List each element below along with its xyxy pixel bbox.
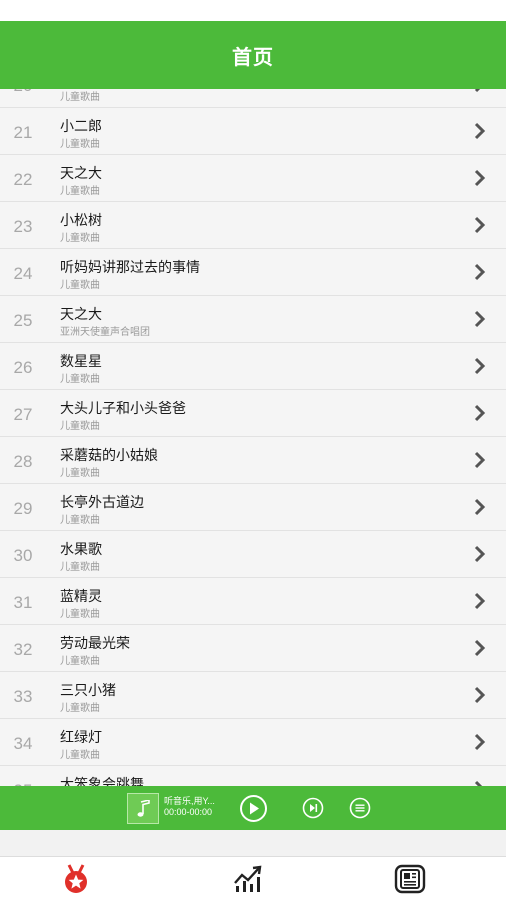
chevron-right-icon bbox=[474, 404, 486, 422]
status-bar bbox=[0, 0, 506, 21]
song-list[interactable]: 20儿童歌曲21小二郎儿童歌曲22天之大儿童歌曲23小松树儿童歌曲24听妈妈讲那… bbox=[0, 89, 506, 786]
song-artist: 儿童歌曲 bbox=[60, 515, 100, 526]
song-number: 29 bbox=[13, 499, 33, 518]
song-artist: 儿童歌曲 bbox=[60, 703, 100, 714]
song-row[interactable]: 34 红绿灯儿童歌曲 bbox=[0, 719, 506, 766]
song-title: 劳动最光荣 bbox=[60, 635, 130, 651]
tab-home[interactable] bbox=[56, 863, 96, 895]
song-artist: 儿童歌曲 bbox=[60, 562, 100, 573]
track-time: 00:00-00:00 bbox=[164, 807, 213, 817]
song-row[interactable]: 32 劳动最光荣儿童歌曲 bbox=[0, 625, 506, 672]
song-row[interactable]: 24 听妈妈讲那过去的事情儿童歌曲 bbox=[0, 249, 506, 296]
song-title: 红绿灯 bbox=[60, 729, 102, 745]
mini-player: 听音乐,用Y... 00:00-00:00 bbox=[0, 786, 506, 830]
song-row[interactable]: 26 数星星儿童歌曲 bbox=[0, 343, 506, 390]
newspaper-icon bbox=[394, 864, 426, 894]
song-row[interactable]: 22 天之大儿童歌曲 bbox=[0, 155, 506, 202]
music-note-icon bbox=[137, 799, 150, 817]
song-title: 听妈妈讲那过去的事情 bbox=[60, 259, 200, 275]
chevron-right-icon bbox=[474, 592, 486, 610]
song-row[interactable]: 30 水果歌儿童歌曲 bbox=[0, 531, 506, 578]
song-artist: 儿童歌曲 bbox=[60, 421, 100, 432]
chevron-right-icon bbox=[474, 89, 481, 93]
spacer bbox=[0, 830, 506, 856]
chevron-right-icon bbox=[474, 451, 486, 469]
chevron-right-icon bbox=[474, 310, 486, 328]
chevron-right-icon bbox=[474, 122, 486, 140]
chevron-right-icon bbox=[474, 357, 486, 375]
song-row[interactable]: 25 天之大亚洲天使童声合唱团 bbox=[0, 296, 506, 343]
song-number: 20 bbox=[0, 89, 46, 96]
chart-trend-icon bbox=[234, 865, 262, 892]
song-title: 大笨象会跳舞 bbox=[60, 776, 144, 786]
song-artist: 儿童歌曲 bbox=[60, 656, 100, 667]
app-header: 首页 bbox=[0, 21, 506, 89]
next-icon[interactable] bbox=[302, 797, 324, 819]
play-icon[interactable] bbox=[239, 794, 268, 823]
song-title: 天之大 bbox=[60, 306, 102, 322]
medal-star-icon bbox=[65, 864, 87, 893]
bottom-tab-bar bbox=[0, 856, 506, 900]
song-number: 21 bbox=[13, 123, 33, 142]
song-number: 23 bbox=[13, 217, 33, 236]
chevron-right-icon bbox=[474, 639, 486, 657]
song-artist: 儿童歌曲 bbox=[60, 468, 100, 479]
song-title: 小松树 bbox=[60, 212, 102, 228]
song-number: 28 bbox=[13, 452, 33, 471]
song-title: 小二郎 bbox=[60, 118, 102, 134]
song-title: 水果歌 bbox=[60, 541, 102, 557]
chevron-right-icon bbox=[474, 216, 486, 234]
song-artist: 儿童歌曲 bbox=[60, 280, 100, 291]
song-row[interactable]: 28 采蘑菇的小姑娘儿童歌曲 bbox=[0, 437, 506, 484]
song-artist: 儿童歌曲 bbox=[60, 609, 100, 620]
chevron-right-icon bbox=[474, 545, 486, 563]
song-row[interactable]: 23 小松树儿童歌曲 bbox=[0, 202, 506, 249]
tab-news[interactable] bbox=[390, 863, 430, 895]
chevron-right-icon bbox=[474, 169, 486, 187]
song-title: 数星星 bbox=[60, 353, 102, 369]
chevron-right-icon bbox=[474, 686, 486, 704]
song-row[interactable]: 35大笨象会跳舞 bbox=[0, 766, 506, 786]
song-title: 长亭外古道边 bbox=[60, 494, 144, 510]
song-number: 25 bbox=[13, 311, 33, 330]
album-cover[interactable] bbox=[127, 793, 159, 824]
song-number: 32 bbox=[13, 640, 33, 659]
chevron-right-icon bbox=[474, 263, 486, 281]
song-title: 大头儿子和小头爸爸 bbox=[60, 400, 186, 416]
song-artist: 儿童歌曲 bbox=[60, 92, 100, 103]
song-title: 天之大 bbox=[60, 165, 102, 181]
song-row[interactable]: 31 蓝精灵儿童歌曲 bbox=[0, 578, 506, 625]
tab-chart[interactable] bbox=[228, 863, 268, 895]
now-playing-info: 听音乐,用Y... 00:00-00:00 bbox=[164, 796, 215, 818]
song-artist: 儿童歌曲 bbox=[60, 186, 100, 197]
song-number: 31 bbox=[13, 593, 33, 612]
track-title: 听音乐,用Y... bbox=[164, 796, 215, 806]
song-row[interactable]: 21 小二郎儿童歌曲 bbox=[0, 108, 506, 155]
chevron-right-icon bbox=[474, 498, 486, 516]
song-artist: 儿童歌曲 bbox=[60, 139, 100, 150]
song-artist: 儿童歌曲 bbox=[60, 374, 100, 385]
song-row[interactable]: 27 大头儿子和小头爸爸儿童歌曲 bbox=[0, 390, 506, 437]
song-artist: 儿童歌曲 bbox=[60, 233, 100, 244]
page-title: 首页 bbox=[232, 46, 274, 69]
song-row[interactable]: 20 儿童歌曲 bbox=[0, 89, 506, 108]
song-number: 27 bbox=[13, 405, 33, 424]
chevron-right-icon bbox=[474, 733, 486, 751]
song-title: 三只小猪 bbox=[60, 682, 116, 698]
song-number: 24 bbox=[13, 264, 33, 283]
song-row[interactable]: 29 长亭外古道边儿童歌曲 bbox=[0, 484, 506, 531]
song-number: 26 bbox=[13, 358, 33, 377]
song-row[interactable]: 33 三只小猪儿童歌曲 bbox=[0, 672, 506, 719]
song-number: 30 bbox=[13, 546, 33, 565]
song-number: 34 bbox=[13, 734, 33, 753]
song-title: 蓝精灵 bbox=[60, 588, 102, 604]
song-number: 33 bbox=[13, 687, 33, 706]
song-number: 22 bbox=[13, 170, 33, 189]
song-title: 采蘑菇的小姑娘 bbox=[60, 447, 158, 463]
song-artist: 亚洲天使童声合唱团 bbox=[60, 327, 150, 338]
playlist-icon[interactable] bbox=[349, 797, 371, 819]
song-artist: 儿童歌曲 bbox=[60, 750, 100, 761]
